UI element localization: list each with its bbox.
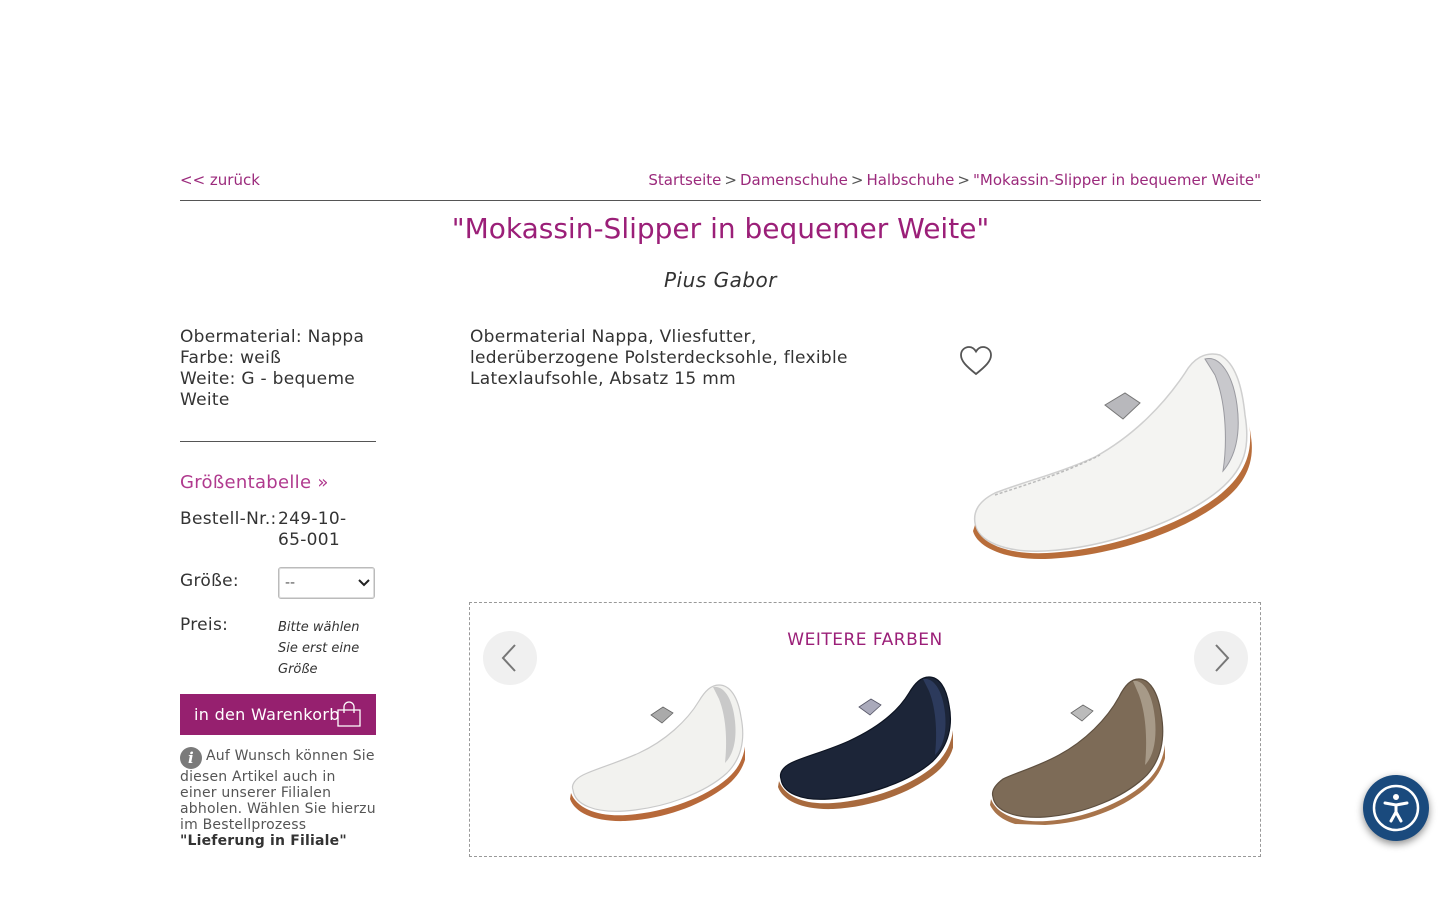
color-variant-dark-blue[interactable]: [773, 671, 953, 821]
purchase-panel: Obermaterial: Nappa Farbe: weiß Weite: G…: [180, 327, 376, 849]
product-image: [973, 353, 1252, 560]
top-navigation: << zurück Startseite > Damenschuhe > Halbsch…: [180, 170, 1261, 200]
order-number-value: 249-10-65-001: [278, 509, 347, 550]
accessibility-button[interactable]: [1363, 775, 1429, 841]
pickup-info: i Auf Wunsch können Sie diesen Artikel au…: [180, 747, 376, 849]
price-row: Preis: Bitte wählen Sie erst eine Größe: [180, 615, 376, 680]
back-link[interactable]: << zurück: [180, 171, 260, 189]
add-to-cart-button[interactable]: in den Warenkorb: [180, 694, 376, 735]
breadcrumb-home[interactable]: Startseite: [648, 171, 721, 189]
breadcrumb-current[interactable]: "Mokassin-Slipper in bequemer Weite": [973, 171, 1261, 189]
info-icon: i: [180, 747, 202, 769]
spec-width: Weite: G - bequeme Weite: [180, 369, 356, 410]
size-select[interactable]: --: [278, 567, 375, 599]
divider: [180, 200, 1261, 201]
chevron-down-icon: [358, 579, 370, 587]
shopping-bag-icon: [337, 701, 361, 727]
chevron-right-icon: [1215, 644, 1230, 672]
price-label: Preis:: [180, 615, 229, 635]
price-note: Bitte wählen Sie erst eine Größe: [278, 620, 360, 677]
product-brand: Pius Gabor: [664, 268, 777, 292]
divider: [180, 441, 376, 442]
order-number-row: Bestell-Nr.: 249-10-65-001: [180, 509, 376, 551]
breadcrumb-separator: >: [724, 171, 737, 189]
breadcrumb-separator: >: [957, 171, 970, 189]
spec-material: Obermaterial: Nappa: [180, 327, 365, 347]
size-select-value: --: [285, 575, 296, 591]
size-row: Größe: --: [180, 567, 376, 599]
size-table-link[interactable]: Größentabelle »: [180, 472, 376, 493]
pickup-info-text: Auf Wunsch können Sie diesen Artikel auc…: [180, 748, 376, 833]
color-variant-taupe[interactable]: [985, 675, 1165, 825]
more-colors-title: WEITERE FARBEN: [787, 630, 943, 650]
pickup-info-highlight: "Lieferung in Filiale": [180, 833, 347, 849]
breadcrumb-damenschuhe[interactable]: Damenschuhe: [740, 171, 848, 189]
order-number-label: Bestell-Nr.:: [180, 509, 277, 529]
carousel-prev-button[interactable]: [483, 631, 537, 685]
accessibility-icon: [1372, 784, 1420, 832]
product-specs: Obermaterial: Nappa Farbe: weiß Weite: G…: [180, 327, 376, 411]
size-label: Größe:: [180, 571, 239, 591]
color-variant-white[interactable]: [565, 675, 745, 825]
chevron-left-icon: [501, 644, 516, 672]
add-to-cart-label: in den Warenkorb: [194, 705, 340, 724]
product-description: Obermaterial Nappa, Vliesfutter, lederüb…: [470, 327, 848, 389]
product-title: "Mokassin-Slipper in bequemer Weite": [451, 212, 990, 245]
carousel-next-button[interactable]: [1194, 631, 1248, 685]
breadcrumb: Startseite > Damenschuhe > Halbschuhe > "Mokas…: [648, 171, 1261, 189]
breadcrumb-separator: >: [850, 171, 864, 189]
breadcrumb-halbschuhe[interactable]: Halbschuhe: [866, 171, 954, 189]
more-colors-carousel: WEITERE FARBEN: [469, 602, 1261, 857]
spec-color: Farbe: weiß: [180, 348, 282, 368]
